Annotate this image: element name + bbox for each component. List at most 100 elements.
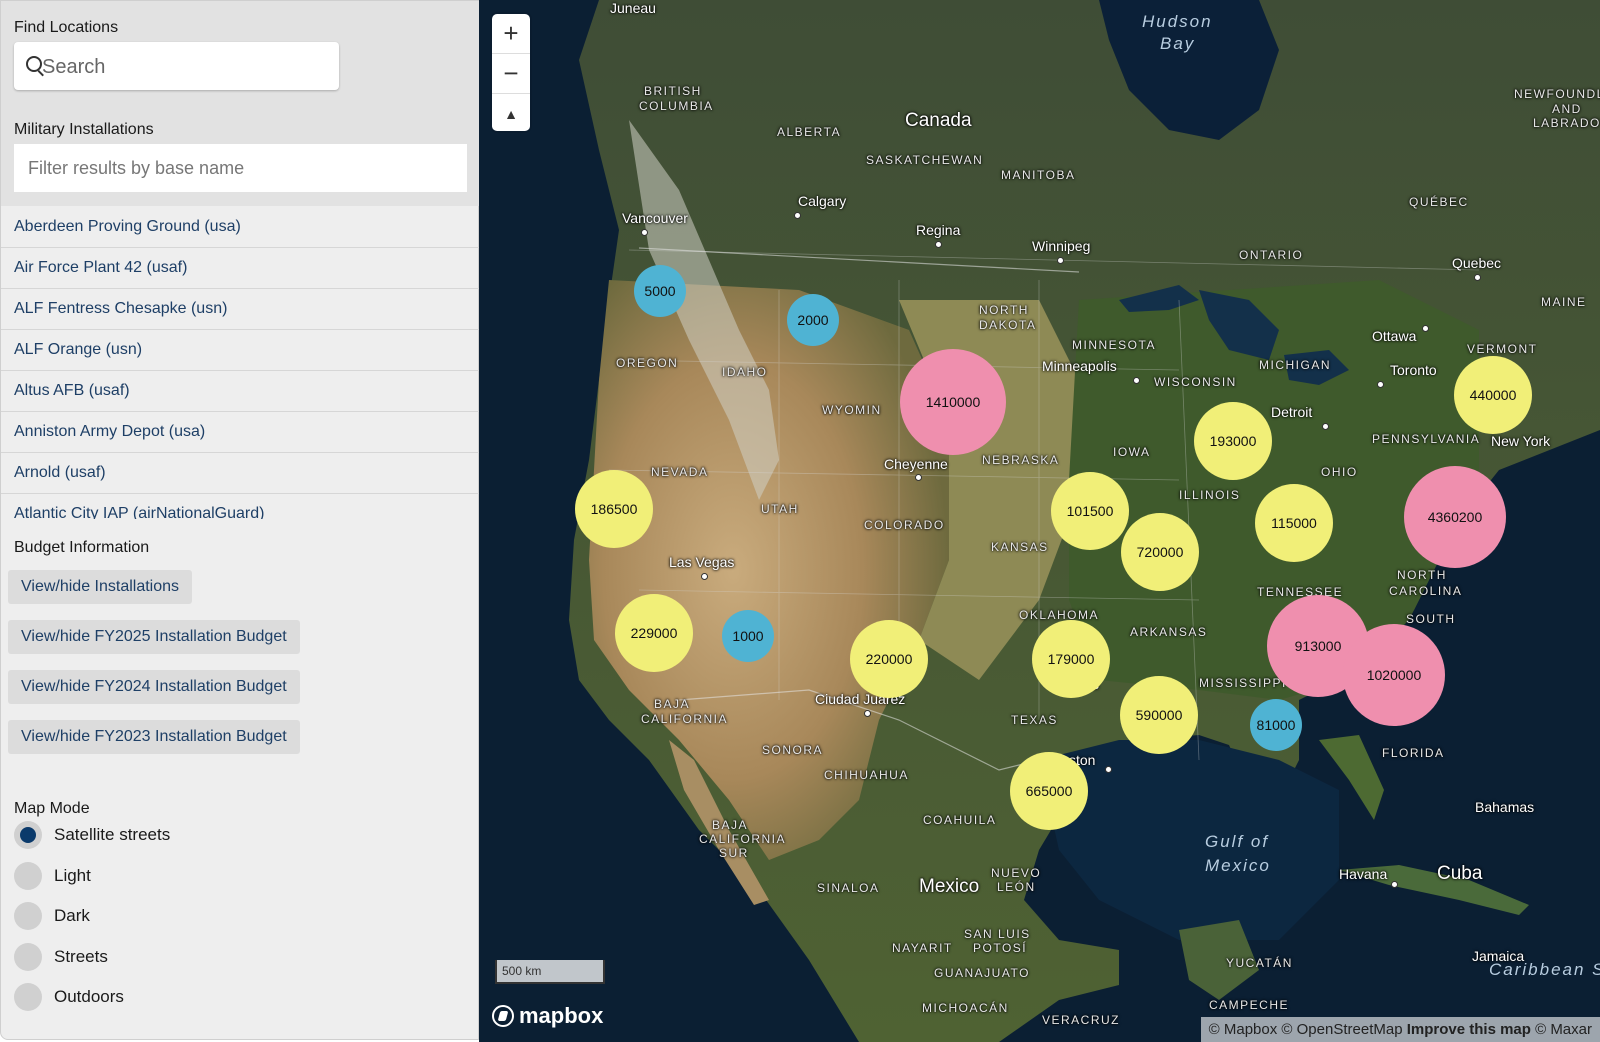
region-label: CALIFORNIA bbox=[641, 712, 729, 726]
radio-button[interactable] bbox=[14, 902, 42, 930]
map-scale-bar: 500 km bbox=[495, 960, 605, 984]
radio-button[interactable] bbox=[14, 862, 42, 890]
budget-cluster-marker[interactable]: 1000 bbox=[722, 610, 774, 662]
map-canvas[interactable]: Hudson Bay Gulf of Mexico Caribbean S Ca… bbox=[479, 0, 1600, 1042]
region-label: WYOMIN bbox=[822, 403, 882, 417]
city-dot bbox=[1391, 881, 1398, 888]
budget-cluster-marker[interactable]: 220000 bbox=[850, 620, 928, 698]
installation-list-item[interactable]: ALF Fentress Chesapke (usn) bbox=[1, 289, 479, 330]
mapbox-logo-icon bbox=[492, 1005, 514, 1027]
military-installations-label: Military Installations bbox=[14, 121, 154, 138]
region-label: NORTH bbox=[979, 303, 1029, 317]
budget-cluster-marker[interactable]: 5000 bbox=[634, 265, 686, 317]
budget-cluster-marker[interactable]: 81000 bbox=[1250, 699, 1302, 751]
find-locations-label: Find Locations bbox=[14, 19, 119, 36]
map-mode-satellite-streets[interactable]: Satellite streets bbox=[14, 819, 170, 851]
city-dot bbox=[1474, 274, 1481, 281]
region-label: NAYARIT bbox=[892, 941, 953, 955]
region-label: VERMONT bbox=[1467, 342, 1538, 356]
installation-list-item[interactable]: Aberdeen Proving Ground (usa) bbox=[1, 207, 479, 248]
toggle-fy2024-budget-button[interactable]: View/hide FY2024 Installation Budget bbox=[8, 670, 300, 704]
region-label: IDAHO bbox=[722, 365, 768, 379]
region-label: BRITISH bbox=[644, 84, 702, 98]
region-label: ILLINOIS bbox=[1179, 488, 1241, 502]
installation-list-item[interactable]: Arnold (usaf) bbox=[1, 453, 479, 494]
region-label: NEVADA bbox=[651, 465, 709, 479]
radio-button-checked[interactable] bbox=[14, 821, 42, 849]
budget-cluster-marker[interactable]: 1410000 bbox=[900, 349, 1006, 455]
region-label: QUÉBEC bbox=[1409, 195, 1469, 209]
installation-list-item[interactable]: Air Force Plant 42 (usaf) bbox=[1, 248, 479, 289]
city-label: Detroit bbox=[1271, 404, 1313, 420]
region-label: OHIO bbox=[1321, 465, 1358, 479]
city-label: Juneau bbox=[610, 0, 656, 16]
installation-list-item[interactable]: Atlantic City IAP (airNationalGuard) bbox=[1, 494, 479, 519]
budget-cluster-marker[interactable]: 193000 bbox=[1194, 402, 1272, 480]
map-mode-streets[interactable]: Streets bbox=[14, 941, 108, 973]
budget-cluster-marker[interactable]: 179000 bbox=[1032, 620, 1110, 698]
map-mode-label-text: Dark bbox=[54, 906, 90, 925]
base-filter-input[interactable] bbox=[14, 144, 467, 192]
installation-list-item[interactable]: Altus AFB (usaf) bbox=[1, 371, 479, 412]
mapbox-logo[interactable]: mapbox bbox=[492, 1003, 603, 1029]
zoom-out-button[interactable]: − bbox=[492, 54, 530, 94]
map-mode-light[interactable]: Light bbox=[14, 860, 91, 892]
budget-cluster-marker[interactable]: 440000 bbox=[1454, 356, 1532, 434]
budget-cluster-marker[interactable]: 1020000 bbox=[1343, 624, 1445, 726]
radio-button[interactable] bbox=[14, 943, 42, 971]
attribution-maxar-link[interactable]: © Maxar bbox=[1535, 1021, 1592, 1038]
installation-list-item[interactable]: ALF Orange (usn) bbox=[1, 330, 479, 371]
filter-box[interactable] bbox=[14, 144, 467, 192]
attribution-mapbox-link[interactable]: © Mapbox bbox=[1209, 1021, 1278, 1038]
budget-cluster-marker[interactable]: 4360200 bbox=[1404, 466, 1506, 568]
region-label: MICHIGAN bbox=[1259, 358, 1331, 372]
budget-cluster-marker[interactable]: 720000 bbox=[1121, 513, 1199, 591]
budget-cluster-marker[interactable]: 2000 bbox=[787, 294, 839, 346]
city-label: Quebec bbox=[1452, 255, 1502, 271]
search-box[interactable] bbox=[14, 42, 339, 90]
app-root: Find Locations Military Installations Ab… bbox=[0, 0, 1600, 1042]
city-label: Winnipeg bbox=[1032, 238, 1091, 254]
radio-button[interactable] bbox=[14, 983, 42, 1011]
budget-cluster-marker[interactable]: 590000 bbox=[1120, 676, 1198, 754]
budget-cluster-marker[interactable]: 186500 bbox=[575, 470, 653, 548]
region-label: BAJA bbox=[654, 697, 691, 711]
region-label: ONTARIO bbox=[1239, 248, 1304, 262]
budget-cluster-marker[interactable]: 229000 bbox=[615, 594, 693, 672]
attribution-osm-link[interactable]: © OpenStreetMap bbox=[1281, 1021, 1402, 1038]
city-label: Regina bbox=[916, 222, 961, 238]
region-label: LEÓN bbox=[997, 880, 1036, 894]
map-mode-outdoors[interactable]: Outdoors bbox=[14, 981, 124, 1013]
map-mode-dark[interactable]: Dark bbox=[14, 900, 90, 932]
region-label: NORTH bbox=[1397, 568, 1447, 582]
region-label: PENNSYLVANIA bbox=[1372, 432, 1481, 446]
map-attribution: © Mapbox © OpenStreetMap Improve this ma… bbox=[1200, 1017, 1600, 1042]
installation-list[interactable]: Aberdeen Proving Ground (usa) Air Force … bbox=[1, 207, 479, 519]
toggle-fy2025-budget-button[interactable]: View/hide FY2025 Installation Budget bbox=[8, 620, 300, 654]
installation-list-item[interactable]: Anniston Army Depot (usa) bbox=[1, 412, 479, 453]
country-label-mexico: Mexico bbox=[919, 876, 980, 897]
zoom-in-button[interactable]: + bbox=[492, 14, 530, 54]
toggle-installations-button[interactable]: View/hide Installations bbox=[8, 570, 193, 604]
budget-information-label: Budget Information bbox=[14, 539, 150, 556]
toggle-fy2023-budget-button[interactable]: View/hide FY2023 Installation Budget bbox=[8, 720, 300, 754]
budget-cluster-marker[interactable]: 665000 bbox=[1010, 752, 1088, 830]
improve-map-link[interactable]: Improve this map bbox=[1407, 1021, 1531, 1038]
region-label: ARKANSAS bbox=[1130, 625, 1208, 639]
budget-cluster-marker[interactable]: 101500 bbox=[1051, 472, 1129, 550]
country-label-cuba: Cuba bbox=[1437, 863, 1483, 884]
region-label: IOWA bbox=[1113, 445, 1151, 459]
region-label: NUEVO bbox=[991, 866, 1042, 880]
budget-cluster-marker[interactable]: 115000 bbox=[1255, 484, 1333, 562]
region-label: DAKOTA bbox=[979, 318, 1037, 332]
region-label: CAMPECHE bbox=[1209, 998, 1290, 1012]
sidebar: Find Locations Military Installations Ab… bbox=[0, 0, 479, 1040]
map-navigation-control: + − ▲ bbox=[492, 14, 530, 131]
city-dot bbox=[1105, 766, 1112, 773]
region-label: MINNESOTA bbox=[1072, 338, 1156, 352]
region-label: NEWFOUNDLAND bbox=[1514, 87, 1600, 101]
city-label: New York bbox=[1491, 433, 1551, 449]
search-input[interactable] bbox=[40, 52, 329, 82]
country-label-canada: Canada bbox=[905, 110, 972, 131]
compass-reset-north-button[interactable]: ▲ bbox=[492, 94, 530, 133]
